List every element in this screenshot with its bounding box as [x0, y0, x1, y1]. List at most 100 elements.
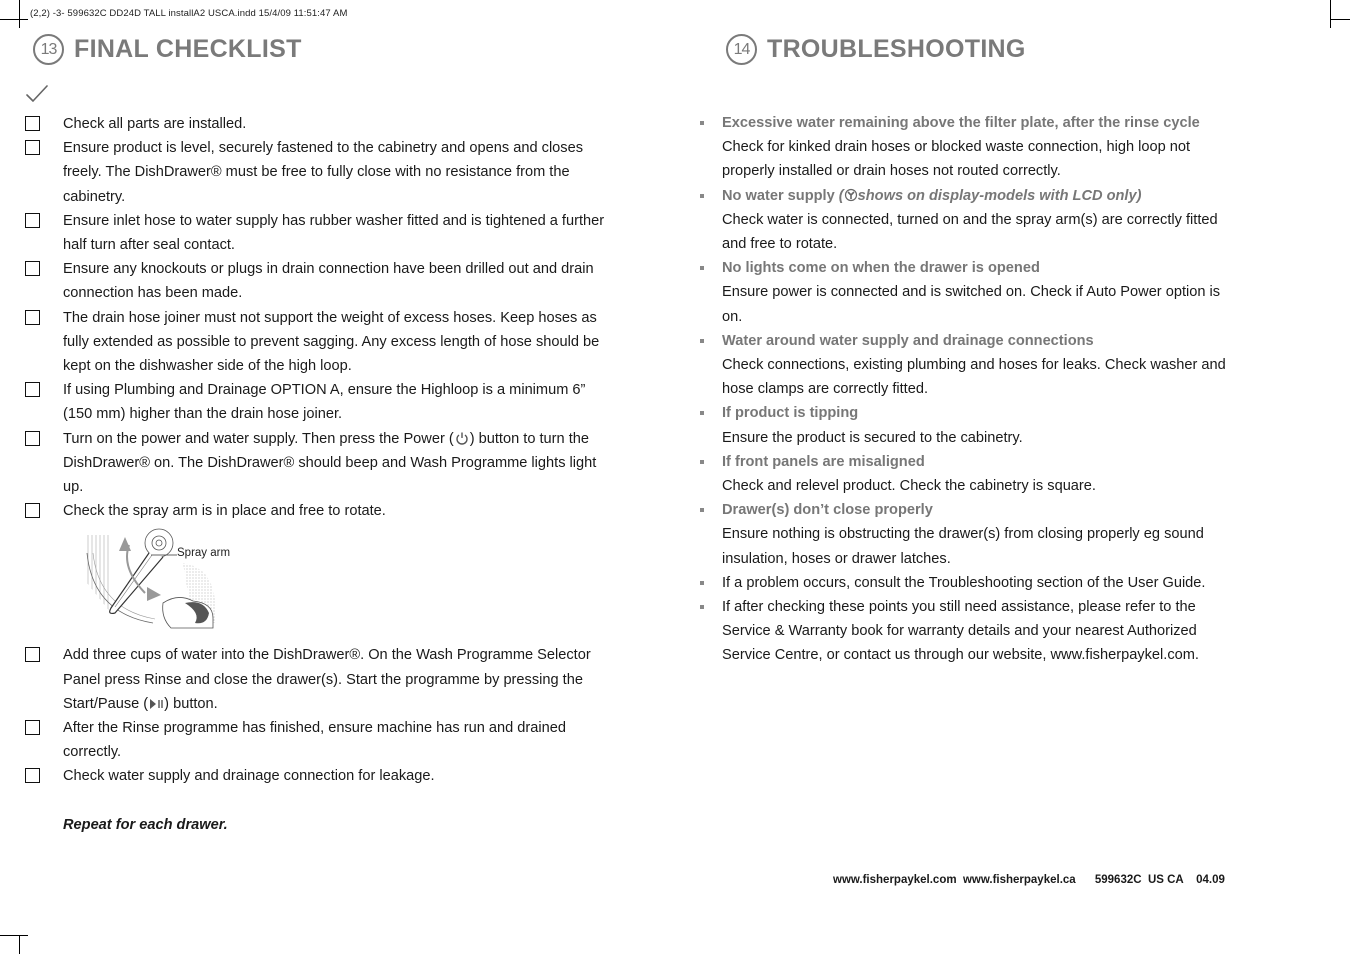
crop-mark-bottom-left-v — [19, 935, 20, 954]
print-slug-line: (2,2) -3- 599632C DD24D TALL installA2 U… — [30, 8, 348, 19]
section-title: FINAL CHECKLIST — [74, 35, 302, 63]
checklist-item-text-after: ) button. — [164, 695, 218, 712]
checklist-item-text: Check the spray arm is in place and free… — [63, 503, 386, 520]
crop-mark-top-left-v — [19, 0, 20, 28]
checklist-item-text: If using Plumbing and Drainage OPTION A,… — [63, 382, 586, 423]
section-heading-troubleshooting: 14 TROUBLESHOOTING — [726, 34, 1026, 65]
solution-text: Ensure power is connected and is switche… — [722, 284, 1221, 325]
checkbox[interactable] — [25, 503, 40, 519]
solution-text: Check and relevel product. Check the cab… — [722, 478, 1096, 495]
checklist-item: Check water supply and drainage connecti… — [25, 764, 615, 788]
solution-text: Ensure the product is secured to the cab… — [722, 429, 1023, 446]
troubleshooting-item: No water supply (shows on display-models… — [697, 184, 1242, 257]
checklist-item: If using Plumbing and Drainage OPTION A,… — [25, 378, 615, 426]
troubleshooting-item: If a problem occurs, consult the Trouble… — [697, 571, 1242, 595]
problem-note: (shows on display-models with LCD only) — [839, 188, 1142, 204]
checklist-item-text: After the Rinse programme has finished, … — [63, 720, 566, 761]
checkbox[interactable] — [25, 309, 40, 325]
checklist-item-text-before: Add three cups of water into the DishDra… — [63, 647, 591, 712]
bullet-icon — [700, 508, 704, 513]
footer-url-ca[interactable]: www.fisherpaykel.ca — [963, 874, 1076, 886]
spray-arm-label: Spray arm — [177, 547, 231, 560]
problem-title: Excessive water remaining above the filt… — [722, 115, 1200, 131]
troubleshooting-item: Drawer(s) don’t close properly Ensure no… — [697, 498, 1242, 571]
crop-mark-top-left-h — [0, 19, 28, 20]
spray-arm-diagram — [86, 529, 215, 629]
problem-title: Drawer(s) don’t close properly — [722, 502, 933, 519]
bullet-icon — [700, 459, 704, 464]
checklist-item: Add three cups of water into the DishDra… — [25, 643, 615, 716]
troubleshooting-item: If after checking these points you still… — [697, 595, 1242, 668]
crop-mark-top-right-v — [1330, 0, 1331, 28]
checkbox[interactable] — [25, 647, 40, 663]
checklist-item: Ensure any knockouts or plugs in drain c… — [25, 257, 615, 305]
section-number-badge: 13 — [33, 34, 64, 65]
checklist-item: Ensure product is level, securely fasten… — [25, 136, 615, 209]
checkbox[interactable] — [25, 382, 40, 398]
checklist-item-text: Ensure inlet hose to water supply has ru… — [63, 212, 605, 254]
solution-text: If after checking these points you still… — [722, 599, 1199, 664]
checklist-item-text-before: Turn on the power and water supply. Then… — [63, 430, 454, 447]
checkbox[interactable] — [25, 261, 40, 277]
repeat-note: Repeat for each drawer. — [63, 816, 228, 833]
solution-text: Check water is connected, turned on and … — [722, 211, 1218, 253]
problem-title: Water around water supply and drainage c… — [722, 332, 1094, 349]
checklist-item: The drain hose joiner must not support t… — [25, 306, 615, 379]
solution-text: Ensure nothing is obstructing the drawer… — [722, 526, 1204, 567]
footer-doc-code: 599632C — [1094, 874, 1142, 886]
crop-mark-bottom-left-h — [0, 935, 28, 936]
troubleshooting-item: Excessive water remaining above the filt… — [697, 111, 1242, 184]
checkbox[interactable] — [25, 140, 40, 156]
no-water-icon — [844, 188, 857, 201]
crop-mark-top-right-h — [1330, 19, 1350, 20]
troubleshooting-item: Water around water supply and drainage c… — [697, 329, 1242, 402]
bullet-icon — [700, 193, 704, 198]
troubleshooting-item: No lights come on when the drawer is ope… — [697, 256, 1242, 329]
page-footer: www.fisherpaykel.com www.fisherpaykel.ca… — [833, 874, 1225, 886]
bullet-icon — [700, 266, 704, 271]
checklist-item-text: Ensure any knockouts or plugs in drain c… — [63, 261, 594, 302]
spray-arm-illustration: Spray arm — [63, 523, 615, 643]
checklist-item-text: Check all parts are installed. — [63, 116, 247, 132]
troubleshooting-list: Excessive water remaining above the filt… — [697, 111, 1242, 668]
checkbox[interactable] — [25, 212, 40, 228]
checkbox[interactable] — [25, 768, 40, 784]
checkbox[interactable] — [25, 720, 40, 736]
footer-date: 04.09 — [1196, 874, 1225, 886]
checklist-item: Check the spray arm is in place and free… — [25, 499, 615, 523]
solution-text: If a problem occurs, consult the Trouble… — [722, 574, 1206, 591]
troubleshooting-item: If product is tipping Ensure the product… — [697, 401, 1242, 449]
checklist-item: Check all parts are installed. — [25, 112, 615, 136]
power-icon — [456, 432, 468, 445]
checkmark-icon — [26, 85, 48, 102]
checklist-item-text: Check water supply and drainage connecti… — [63, 768, 435, 785]
checklist-item: Turn on the power and water supply. Then… — [25, 427, 615, 500]
section-number-badge: 14 — [726, 34, 757, 65]
play-pause-icon — [150, 698, 163, 709]
checklist-item-text: The drain hose joiner must not support t… — [63, 309, 600, 375]
bullet-icon — [700, 338, 704, 343]
section-title: TROUBLESHOOTING — [767, 35, 1026, 63]
checklist-item: After the Rinse programme has finished, … — [25, 716, 615, 764]
bullet-icon — [700, 605, 704, 610]
checkbox[interactable] — [25, 116, 40, 131]
checklist-item: Ensure inlet hose to water supply has ru… — [25, 209, 615, 257]
solution-text: Check for kinked drain hoses or blocked … — [722, 139, 1191, 180]
problem-title: If product is tipping — [722, 405, 859, 422]
note-text: shows on display-models with LCD only) — [857, 187, 1142, 204]
section-heading-final-checklist: 13 FINAL CHECKLIST — [33, 34, 302, 65]
troubleshooting-item: If front panels are misaligned Check and… — [697, 450, 1242, 498]
problem-title: If front panels are misaligned — [722, 453, 925, 470]
solution-text: Check connections, existing plumbing and… — [722, 357, 1226, 398]
checklist-item-text: Ensure product is level, securely fasten… — [63, 140, 584, 205]
problem-title-row: No water supply (shows on display-models… — [722, 184, 1242, 208]
final-checklist: Check all parts are installed. Ensure pr… — [25, 112, 615, 837]
checkbox[interactable] — [25, 430, 40, 446]
bullet-icon — [700, 411, 704, 416]
bullet-icon — [700, 121, 704, 125]
problem-title: No lights come on when the drawer is ope… — [722, 260, 1040, 277]
problem-title: No water supply — [722, 187, 835, 204]
footer-url-com[interactable]: www.fisherpaykel.com — [833, 874, 957, 886]
bullet-icon — [700, 580, 704, 585]
footer-region: US CA — [1147, 874, 1184, 886]
